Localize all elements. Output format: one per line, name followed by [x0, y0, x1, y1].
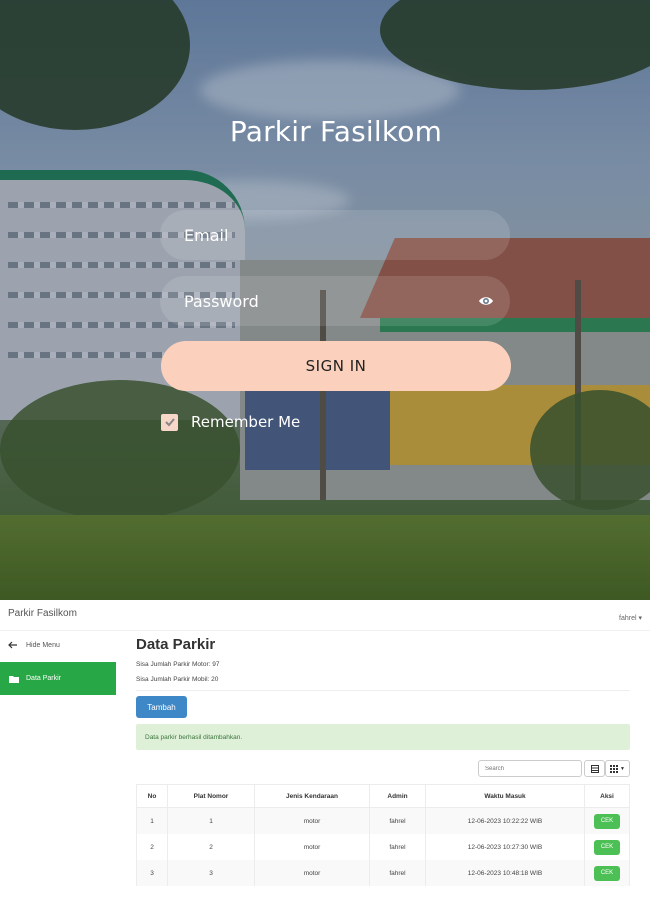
user-menu[interactable]: fahrel ▾ [619, 614, 642, 622]
cell-plat: 1 [167, 807, 255, 834]
column-header[interactable]: Waktu Masuk [425, 784, 585, 808]
table-row: 2 2 motor fahrel 12-06-2023 10:27:30 WIB… [136, 834, 630, 860]
page-title: Data Parkir [136, 636, 216, 653]
cell-no: 3 [136, 860, 168, 886]
hide-menu-button[interactable]: Hide Menu [0, 631, 116, 659]
divider [136, 690, 630, 691]
caret-down-icon: ▼ [620, 765, 625, 772]
sidebar: Hide Menu Data Parkir [0, 631, 116, 695]
cell-plat: 2 [167, 834, 255, 860]
folder-icon [9, 675, 19, 683]
email-field[interactable] [160, 210, 510, 260]
remember-me[interactable]: Remember Me [161, 413, 300, 431]
top-navbar: Parkir Fasilkom fahrel ▾ [0, 600, 650, 631]
cell-aksi: CEK [584, 807, 630, 834]
password-input[interactable] [182, 290, 466, 312]
cell-waktu: 12-06-2023 10:27:30 WIB [425, 834, 585, 860]
sisa-mobil-text: Sisa Jumlah Parkir Mobil: 20 [136, 676, 219, 683]
cell-jenis: motor [254, 834, 370, 860]
eye-icon[interactable] [478, 293, 494, 309]
arrow-left-icon [8, 641, 17, 649]
cell-jenis: motor [254, 807, 370, 834]
cell-jenis: motor [254, 860, 370, 886]
remember-label: Remember Me [191, 413, 301, 431]
cell-aksi: CEK [584, 834, 630, 860]
column-header[interactable]: Aksi [584, 784, 630, 808]
search-input[interactable] [478, 760, 582, 777]
cell-admin: fahrel [369, 807, 426, 834]
cell-no: 2 [136, 834, 168, 860]
login-screen: Parkir Fasilkom SIGN IN Remember Me [0, 0, 650, 600]
sisa-motor-text: Sisa Jumlah Parkir Motor: 97 [136, 661, 220, 668]
hide-menu-label: Hide Menu [26, 641, 60, 649]
column-header[interactable]: Plat Nomor [167, 784, 255, 808]
table-row: 1 1 motor fahrel 12-06-2023 10:22:22 WIB… [136, 807, 630, 834]
sidebar-item-data-parkir[interactable]: Data Parkir [0, 662, 116, 695]
column-header[interactable]: Admin [369, 784, 426, 808]
data-parkir-table: No Plat Nomor Jenis Kendaraan Admin Wakt… [136, 784, 630, 886]
columns-dropdown-button[interactable]: ▼ [605, 760, 630, 777]
main-content: Data Parkir Sisa Jumlah Parkir Motor: 97… [136, 636, 630, 886]
login-title: Parkir Fasilkom [229, 115, 443, 148]
brand-link[interactable]: Parkir Fasilkom [8, 608, 77, 619]
cek-button[interactable]: CEK [594, 865, 620, 881]
sign-in-button[interactable]: SIGN IN [161, 341, 511, 391]
cell-plat: 3 [167, 860, 255, 886]
table-header-row: No Plat Nomor Jenis Kendaraan Admin Wakt… [136, 784, 630, 808]
cek-button[interactable]: CEK [594, 813, 620, 829]
password-field[interactable] [160, 276, 510, 326]
cell-admin: fahrel [369, 834, 426, 860]
table-toolbar: ▼ [136, 760, 630, 778]
check-icon [164, 418, 175, 427]
cell-admin: fahrel [369, 860, 426, 886]
grid-icon [610, 764, 619, 773]
list-icon [590, 764, 599, 773]
cek-button[interactable]: CEK [594, 839, 620, 855]
dashboard-screen: Parkir Fasilkom fahrel ▾ Hide Menu Data … [0, 600, 650, 903]
tambah-button[interactable]: Tambah [136, 696, 187, 718]
column-header[interactable]: No [136, 784, 168, 808]
table-view-button[interactable] [584, 760, 605, 777]
table-row: 3 3 motor fahrel 12-06-2023 10:48:18 WIB… [136, 860, 630, 886]
success-alert: Data parkir berhasil ditambahkan. [136, 724, 630, 750]
email-input[interactable] [182, 224, 466, 246]
sidebar-item-label: Data Parkir [26, 675, 62, 682]
cell-waktu: 12-06-2023 10:22:22 WIB [425, 807, 585, 834]
cell-aksi: CEK [584, 860, 630, 886]
cell-no: 1 [136, 807, 168, 834]
remember-checkbox[interactable] [161, 413, 178, 431]
cell-waktu: 12-06-2023 10:48:18 WIB [425, 860, 585, 886]
column-header[interactable]: Jenis Kendaraan [254, 784, 370, 808]
